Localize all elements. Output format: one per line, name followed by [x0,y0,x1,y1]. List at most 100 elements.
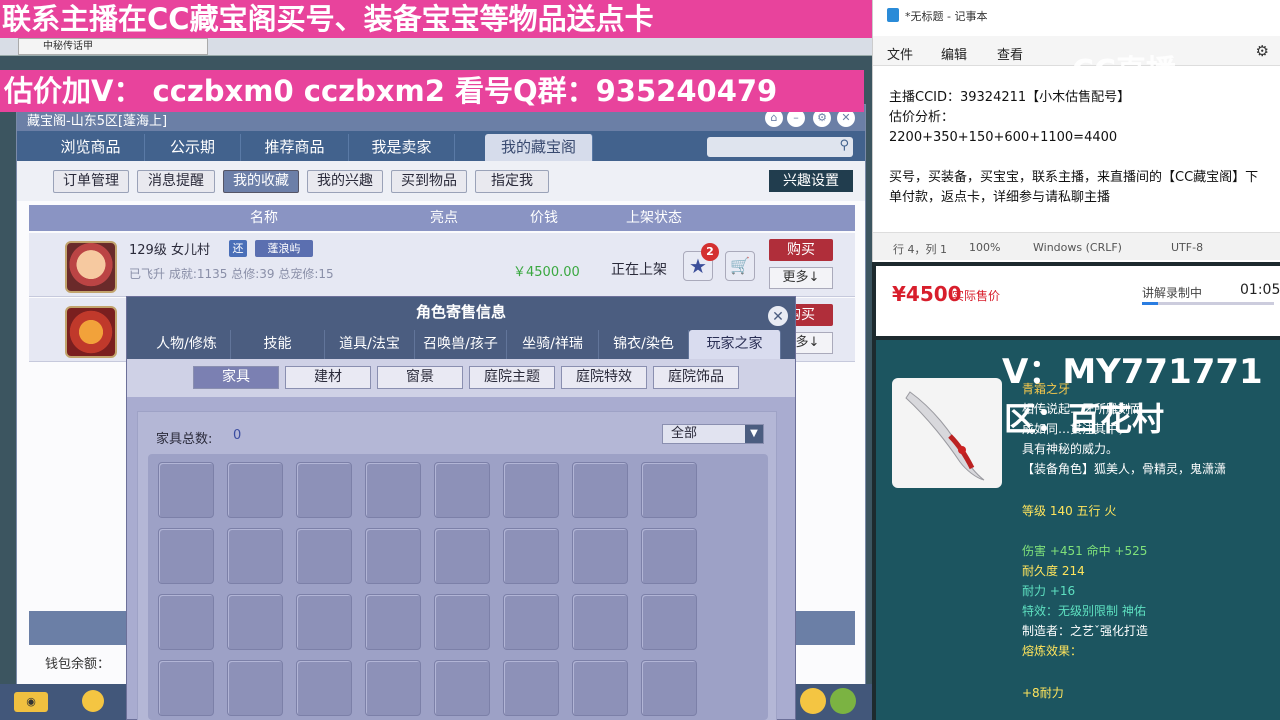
more-button[interactable]: 更多↓ [769,267,833,289]
furniture-slot[interactable] [158,594,214,650]
close-icon[interactable]: ✕ [767,305,789,327]
furniture-slot[interactable] [158,462,214,518]
furniture-slot[interactable] [365,660,421,716]
menu-view[interactable]: 查看 [997,44,1023,63]
item-attr: 伤害 +451 命中 +525 [1022,544,1148,558]
cc-live-logo: CC直播 [1072,54,1177,89]
furniture-slot[interactable] [641,528,697,584]
furniture-slot[interactable] [296,660,352,716]
item-effect: 特效：无级别限制 神佑 [1022,604,1146,618]
notepad-text[interactable]: 主播CCID：39324211【小木估售配号】 估价分析： 2200+350+1… [889,88,1269,208]
tab-skills[interactable]: 技能 [231,330,325,359]
sub-nav: 订单管理 消息提醒 我的收藏 我的兴趣 买到物品 指定我 兴趣设置 [17,161,865,201]
furniture-slot[interactable] [296,528,352,584]
notepad-title: *无标题 - 记事本 [905,10,988,23]
tab-public[interactable]: 公示期 [145,134,241,161]
furniture-slot[interactable] [434,462,490,518]
table-row[interactable]: 129级 女儿村 还 蓬浪屿 已飞升 成就:1135 总修:39 总宠修:15 … [29,233,855,297]
browser-tab[interactable]: 中秘传话甲 [18,38,208,55]
furniture-slot[interactable] [434,528,490,584]
furniture-slot[interactable] [572,660,628,716]
menu-edit[interactable]: 编辑 [941,44,967,63]
furniture-slot[interactable] [158,528,214,584]
item-grade: 等级 140 五行 火 [1022,504,1117,518]
tab-character[interactable]: 人物/修炼 [143,330,231,359]
furniture-slot[interactable] [365,528,421,584]
furniture-slot[interactable] [641,660,697,716]
text-line [889,148,1269,168]
zoom-level: 100% [969,241,1001,254]
furniture-filter-select[interactable]: 全部 ▼ [662,424,764,444]
tab-yard-theme[interactable]: 庭院主题 [469,366,555,389]
furniture-slot[interactable] [572,594,628,650]
tab-assigned[interactable]: 指定我 [475,170,549,193]
furniture-slot[interactable] [503,660,559,716]
furniture-slot[interactable] [365,462,421,518]
emoji-icon[interactable] [82,690,104,712]
tab-browse[interactable]: 浏览商品 [37,134,145,161]
header-highlight: 亮点 [430,210,458,226]
tab-yard-decor[interactable]: 庭院饰品 [653,366,739,389]
tab-items[interactable]: 道具/法宝 [325,330,415,359]
furniture-slot[interactable] [572,528,628,584]
furniture-slot[interactable] [503,462,559,518]
dialog-subtabs: 家具 建材 窗景 庭院主题 庭院特效 庭院饰品 [127,359,795,397]
furniture-slot[interactable] [503,528,559,584]
role-stats: 已飞升 成就:1135 总修:39 总宠修:15 [129,267,334,281]
recording-progress-fill [1142,302,1158,305]
window-title: 藏宝阁-山东5区[蓬海上] [27,114,168,129]
avatar [65,241,117,293]
furniture-slot[interactable] [227,594,283,650]
furniture-slot[interactable] [227,462,283,518]
furniture-slot[interactable] [158,660,214,716]
item-desc-line: 具有神秘的威力。 [1022,442,1119,456]
furniture-slot[interactable] [434,594,490,650]
chevron-down-icon[interactable]: ▼ [745,425,763,443]
tab-interests[interactable]: 我的兴趣 [307,170,383,193]
header-price: 价钱 [530,210,558,226]
furniture-slot[interactable] [641,462,697,518]
furniture-panel: 家具总数: 0 全部 ▼ [137,411,777,720]
tab-mounts[interactable]: 坐骑/祥瑞 [507,330,599,359]
tab-player-home[interactable]: 玩家之家 [689,330,781,359]
furniture-slot[interactable] [641,594,697,650]
furniture-slot[interactable] [572,462,628,518]
favorite-count-badge: 2 [701,243,719,261]
furniture-count: 0 [233,428,242,443]
tab-recommend[interactable]: 推荐商品 [241,134,349,161]
channel-icon[interactable]: ◉ [14,692,48,712]
cart-icon[interactable]: 🛒 [725,251,755,281]
furniture-slot[interactable] [365,594,421,650]
tab-purchased[interactable]: 买到物品 [391,170,467,193]
avatar [65,306,117,358]
system-icon[interactable] [830,688,856,714]
furniture-slot[interactable] [227,528,283,584]
search-input[interactable]: ⚲ [707,137,853,157]
tab-orders[interactable]: 订单管理 [53,170,129,193]
tab-outfits[interactable]: 锦衣/染色 [599,330,689,359]
interest-settings-button[interactable]: 兴趣设置 [769,170,853,192]
search-icon[interactable]: ⚲ [839,138,849,153]
blade-icon [905,391,985,481]
emote-icon[interactable] [800,688,826,714]
dialog-title: 角色寄售信息 [127,297,795,327]
tab-furniture[interactable]: 家具 [193,366,279,389]
buy-button[interactable]: 购买 [769,239,833,261]
tab-my-pavilion[interactable]: 我的藏宝阁 [485,134,593,161]
tab-building-materials[interactable]: 建材 [285,366,371,389]
furniture-slot[interactable] [227,660,283,716]
tab-favorites[interactable]: 我的收藏 [223,170,299,193]
furniture-slot[interactable] [503,594,559,650]
dialog-tabs: 人物/修炼 技能 道具/法宝 召唤兽/孩子 坐骑/祥瑞 锦衣/染色 玩家之家 [127,327,795,359]
furniture-slot[interactable] [434,660,490,716]
furniture-slot[interactable] [296,594,352,650]
tab-yard-effects[interactable]: 庭院特效 [561,366,647,389]
menu-file[interactable]: 文件 [887,44,913,63]
tab-messages[interactable]: 消息提醒 [137,170,215,193]
browser-tabbar: 中秘传话甲 [0,36,872,56]
tab-seller[interactable]: 我是卖家 [349,134,455,161]
tab-window-view[interactable]: 窗景 [377,366,463,389]
item-refine-label: 熔炼效果： [1022,644,1083,658]
furniture-slot[interactable] [296,462,352,518]
tab-pets[interactable]: 召唤兽/孩子 [415,330,507,359]
